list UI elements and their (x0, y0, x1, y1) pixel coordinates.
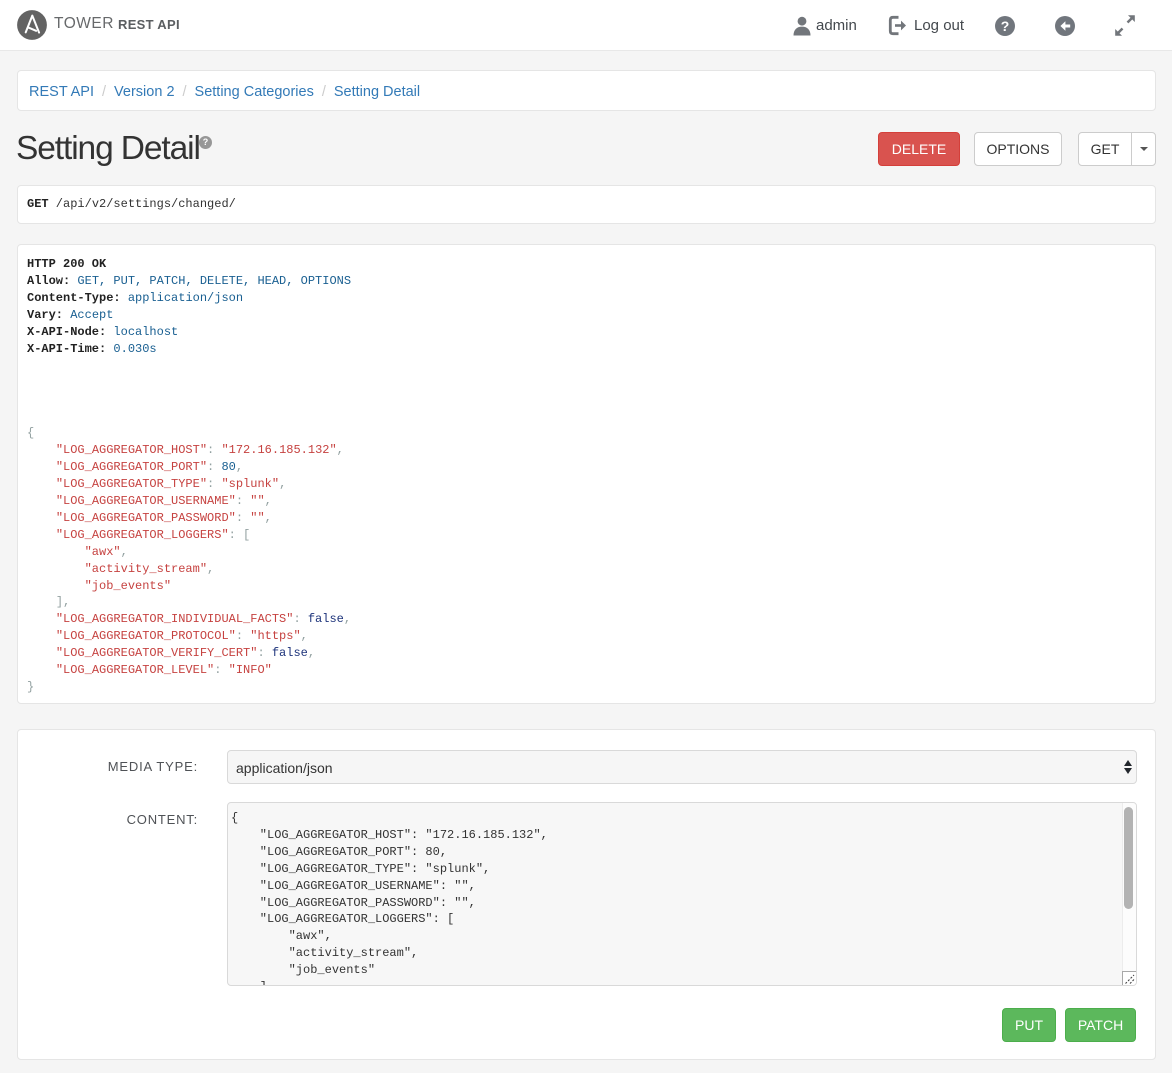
svg-text:?: ? (1001, 18, 1010, 34)
